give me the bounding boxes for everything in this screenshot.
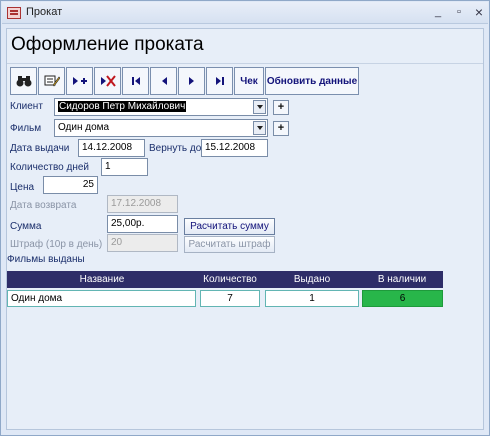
delete-record-button[interactable] <box>94 67 121 95</box>
issued-cell[interactable]: 1 <box>265 290 359 307</box>
issue-date-field[interactable]: 14.12.2008 <box>78 139 145 157</box>
next-record-button[interactable] <box>178 67 205 95</box>
edit-record-button[interactable] <box>38 67 65 95</box>
new-record-icon <box>72 77 87 85</box>
issue-date-label: Дата выдачи <box>10 143 70 154</box>
film-combobox[interactable]: Один дома <box>54 119 268 137</box>
table-row: Один дома 7 1 6 <box>7 288 443 312</box>
first-icon <box>131 77 140 85</box>
form-header: Оформление проката <box>7 29 483 63</box>
binoculars-icon <box>16 76 31 87</box>
return-by-label: Вернуть до <box>149 143 202 154</box>
delete-record-icon <box>100 75 116 87</box>
close-button[interactable]: × <box>471 5 487 20</box>
film-label: Фильм <box>10 123 42 134</box>
calculate-sum-button[interactable]: Расчитать сумму <box>184 218 275 235</box>
price-label: Цена <box>10 182 35 193</box>
film-value: Один дома <box>58 122 110 133</box>
column-header-quantity: Количество <box>203 274 257 285</box>
refresh-data-button[interactable]: Обновить данные <box>265 67 359 95</box>
find-record-button[interactable] <box>10 67 37 95</box>
days-field[interactable]: 1 <box>101 158 148 176</box>
app-window: Прокат _ ▫ × Оформление проката Чек Обно… <box>0 0 490 436</box>
client-value: Сидоров Петр Михайлович <box>58 101 187 112</box>
title-bar: Прокат _ ▫ × <box>2 2 488 24</box>
column-header-issued: Выдано <box>293 274 331 285</box>
add-client-button[interactable]: + <box>273 100 289 115</box>
add-film-button[interactable]: + <box>273 121 289 136</box>
return-date-label: Дата возврата <box>10 200 77 211</box>
window-title: Прокат <box>26 6 63 18</box>
fine-field: 20 <box>107 234 178 252</box>
fine-label: Штраф (10р в день) <box>10 239 103 250</box>
last-record-button[interactable] <box>206 67 233 95</box>
sum-field[interactable]: 25,00р. <box>107 215 178 233</box>
receipt-button[interactable]: Чек <box>234 67 264 95</box>
form-icon <box>7 7 21 19</box>
issued-films-label: Фильмы выданы <box>7 254 85 265</box>
prev-icon <box>161 77 167 85</box>
form-title: Оформление проката <box>11 34 204 55</box>
chevron-down-icon[interactable] <box>253 100 266 114</box>
form-area: Оформление проката Чек Обновить данные К… <box>6 28 484 430</box>
return-date-field: 17.12.2008 <box>107 195 178 213</box>
edit-icon <box>44 75 60 87</box>
days-label: Количество дней <box>10 162 89 173</box>
minimize-button[interactable]: _ <box>430 5 446 20</box>
chevron-down-icon[interactable] <box>253 121 266 135</box>
return-by-field[interactable]: 15.12.2008 <box>201 139 268 157</box>
restore-button[interactable]: ▫ <box>451 5 467 20</box>
quantity-cell[interactable]: 7 <box>200 290 260 307</box>
last-icon <box>215 77 224 85</box>
column-header-title: Название <box>79 274 125 285</box>
client-label: Клиент <box>10 101 43 112</box>
sum-label: Сумма <box>10 221 42 232</box>
issued-table-header: Название Количество Выдано В наличии <box>7 271 443 288</box>
first-record-button[interactable] <box>122 67 149 95</box>
film-title-cell[interactable]: Один дома <box>7 290 196 307</box>
column-header-available: В наличии <box>377 274 427 285</box>
client-combobox[interactable]: Сидоров Петр Михайлович <box>54 98 268 116</box>
price-field[interactable]: 25 <box>43 176 98 194</box>
divider <box>7 63 483 64</box>
available-cell[interactable]: 6 <box>362 290 443 307</box>
prev-record-button[interactable] <box>150 67 177 95</box>
next-icon <box>188 77 194 85</box>
calculate-fine-button: Расчитать штраф <box>184 236 275 253</box>
new-record-button[interactable] <box>66 67 93 95</box>
